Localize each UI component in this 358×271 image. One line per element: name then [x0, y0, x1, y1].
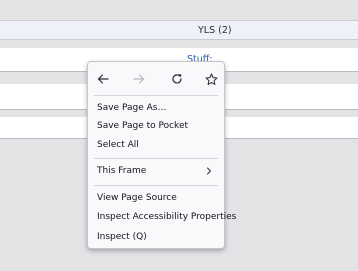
section-header: YLS (2) [0, 20, 358, 40]
reload-icon [172, 74, 182, 84]
browser-page: YLS (2) Stuff: . [0, 0, 358, 271]
back-button[interactable] [92, 68, 114, 90]
menu-separator [94, 158, 218, 159]
menu-item-this-frame[interactable]: This Frame [88, 162, 224, 180]
menu-item-select-all[interactable]: Select All [88, 136, 224, 154]
forward-button[interactable] [128, 68, 150, 90]
menu-item-label: Inspect (Q) [97, 232, 147, 242]
context-menu: Save Page As… Save Page to Pocket Select… [87, 61, 236, 249]
menu-item-inspect[interactable]: Inspect (Q) [88, 228, 224, 246]
back-arrow-icon [97, 74, 109, 84]
menu-item-label: This Frame [97, 166, 147, 176]
bookmark-button[interactable] [200, 68, 222, 90]
context-menu-navigation [88, 68, 224, 90]
menu-item-label: View Page Source [97, 193, 177, 203]
menu-item-label: Inspect Accessibility Properties [97, 212, 237, 222]
forward-arrow-icon [133, 74, 145, 84]
menu-separator [94, 185, 218, 186]
menu-item-view-page-source[interactable]: View Page Source [88, 189, 224, 207]
menu-item-label: Select All [97, 140, 139, 150]
bookmark-star-icon [205, 73, 217, 85]
menu-item-save-page-as[interactable]: Save Page As… [88, 99, 224, 117]
menu-item-label: Save Page As… [97, 103, 167, 113]
section-header-title: YLS (2) [198, 25, 232, 36]
menu-item-inspect-accessibility[interactable]: Inspect Accessibility Properties [88, 208, 236, 226]
chevron-right-icon [207, 167, 211, 175]
menu-separator [94, 95, 218, 96]
reload-button[interactable] [166, 68, 188, 90]
menu-item-label: Save Page to Pocket [97, 121, 189, 131]
menu-item-save-to-pocket[interactable]: Save Page to Pocket [88, 117, 224, 135]
